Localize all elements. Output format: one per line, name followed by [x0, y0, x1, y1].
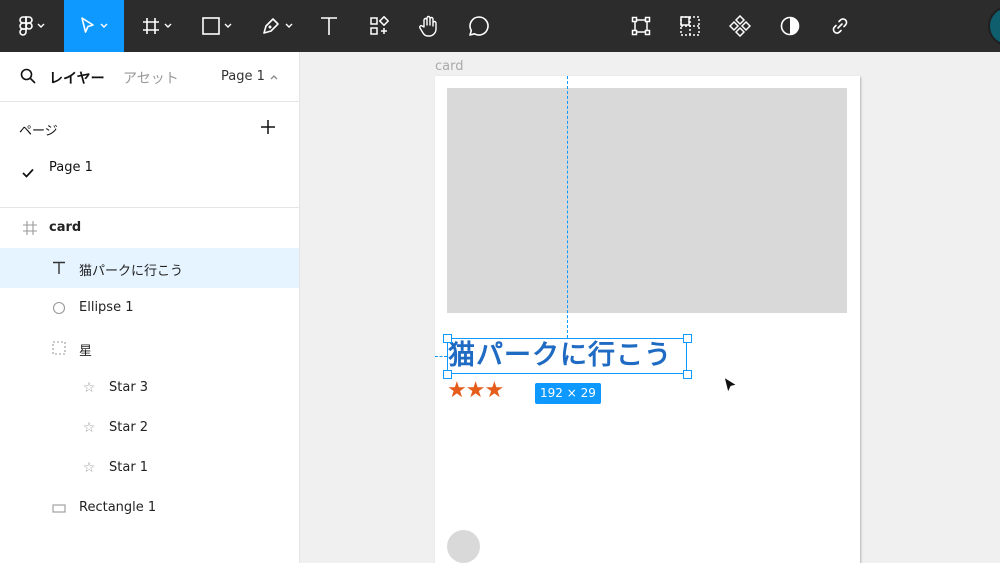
page-item[interactable]: Page 1	[0, 154, 299, 182]
layer-item-label: Star 3	[109, 380, 149, 395]
canvas[interactable]: card 猫パークに行こう ★★★ 192 × 29	[300, 52, 1000, 563]
star-icon: ☆	[82, 420, 96, 436]
link-icon	[830, 16, 850, 36]
layer-item-label: card	[49, 220, 82, 235]
pen-icon	[261, 16, 281, 36]
chevron-down-icon	[224, 23, 232, 29]
layer-item-label: Star 1	[109, 460, 149, 475]
panel-header: レイヤー アセット Page 1	[0, 52, 299, 102]
frame-tool-button[interactable]	[132, 0, 182, 52]
star-rating[interactable]: ★★★	[447, 378, 504, 404]
card-frame[interactable]: 猫パークに行こう ★★★ 192 × 29	[435, 76, 860, 563]
bounding-box-icon	[631, 16, 651, 36]
chevron-down-icon	[37, 23, 45, 29]
layer-item-text[interactable]: 猫パークに行こう	[0, 248, 299, 288]
hash-frame-icon	[142, 17, 160, 35]
comment-tool-button[interactable]	[462, 0, 496, 52]
shape-tool-button[interactable]	[192, 0, 242, 52]
headline-text[interactable]: 猫パークに行こう	[447, 338, 687, 374]
check-icon	[22, 163, 34, 182]
hand-icon	[418, 15, 440, 37]
figma-logo-icon	[19, 16, 33, 36]
layer-item-label: Rectangle 1	[79, 500, 157, 515]
page-item-label: Page 1	[49, 160, 93, 175]
move-tool-button[interactable]	[64, 0, 124, 52]
layer-item-star-1[interactable]: ☆ Star 1	[0, 448, 299, 488]
link-button[interactable]	[823, 0, 857, 52]
measure-guide-vertical	[567, 76, 568, 338]
edit-object-button[interactable]	[624, 0, 658, 52]
ellipse-icon	[51, 300, 67, 316]
star-icon: ☆	[82, 380, 96, 396]
contrast-button[interactable]	[773, 0, 807, 52]
page-selector-label: Page 1	[221, 69, 265, 84]
chevron-down-icon	[100, 23, 108, 29]
resources-button[interactable]	[362, 0, 396, 52]
dimension-badge: 192 × 29	[535, 383, 601, 404]
create-component-button[interactable]	[723, 0, 757, 52]
star-icon: ☆	[82, 460, 96, 476]
layer-item-label: Ellipse 1	[79, 300, 134, 315]
layer-item-label: 星	[79, 344, 93, 359]
page-selector[interactable]: Page 1	[221, 69, 278, 84]
dashed-grid-icon	[680, 16, 700, 36]
avatar[interactable]	[988, 6, 1000, 46]
resize-handle-bottom-right[interactable]	[683, 370, 692, 379]
add-page-icon[interactable]	[260, 119, 276, 139]
component-diamond-icon	[729, 15, 751, 37]
layer-item-rectangle[interactable]: Rectangle 1	[0, 488, 299, 528]
pointer-icon	[80, 17, 96, 35]
layer-item-star-3[interactable]: ☆ Star 3	[0, 368, 299, 408]
layer-item-group[interactable]: 星	[0, 328, 299, 368]
comment-icon	[468, 15, 490, 37]
resize-handle-top-left[interactable]	[443, 334, 452, 343]
layers-panel: レイヤー アセット Page 1 ページ Page 1 card 猫パークに行こ…	[0, 52, 300, 563]
main-menu-button[interactable]	[8, 0, 56, 52]
hand-tool-button[interactable]	[412, 0, 446, 52]
layer-item-ellipse[interactable]: Ellipse 1	[0, 288, 299, 328]
rectangle-icon	[51, 500, 67, 516]
ellipse-1[interactable]	[447, 530, 480, 563]
text-tool-button[interactable]	[312, 0, 346, 52]
layer-item-label: Star 2	[109, 420, 149, 435]
pages-title: ページ	[19, 124, 58, 139]
rectangle-1[interactable]	[447, 88, 847, 313]
tab-layers[interactable]: レイヤー	[49, 68, 105, 88]
components-icon	[369, 16, 389, 36]
chevron-down-icon	[285, 23, 293, 29]
text-T-icon	[51, 260, 67, 276]
mask-button[interactable]	[673, 0, 707, 52]
pen-tool-button[interactable]	[252, 0, 302, 52]
rectangle-icon	[202, 17, 220, 35]
frame-hash-icon	[22, 220, 38, 236]
layer-item-star-2[interactable]: ☆ Star 2	[0, 408, 299, 448]
half-circle-icon	[780, 16, 800, 36]
pages-section: ページ Page 1	[0, 102, 299, 208]
tab-assets[interactable]: アセット	[123, 68, 179, 88]
chevron-down-icon	[164, 23, 172, 29]
measure-guide-horizontal	[435, 356, 447, 357]
frame-label[interactable]: card	[435, 59, 463, 74]
layer-item-card[interactable]: card	[0, 208, 299, 248]
text-icon	[320, 16, 338, 36]
group-dashed-icon	[51, 340, 67, 356]
mouse-cursor-icon	[723, 376, 739, 400]
toolbar	[0, 0, 1000, 52]
search-icon[interactable]	[20, 68, 36, 88]
layer-item-label: 猫パークに行こう	[79, 264, 184, 279]
chevron-up-icon	[265, 69, 278, 84]
resize-handle-top-right[interactable]	[683, 334, 692, 343]
